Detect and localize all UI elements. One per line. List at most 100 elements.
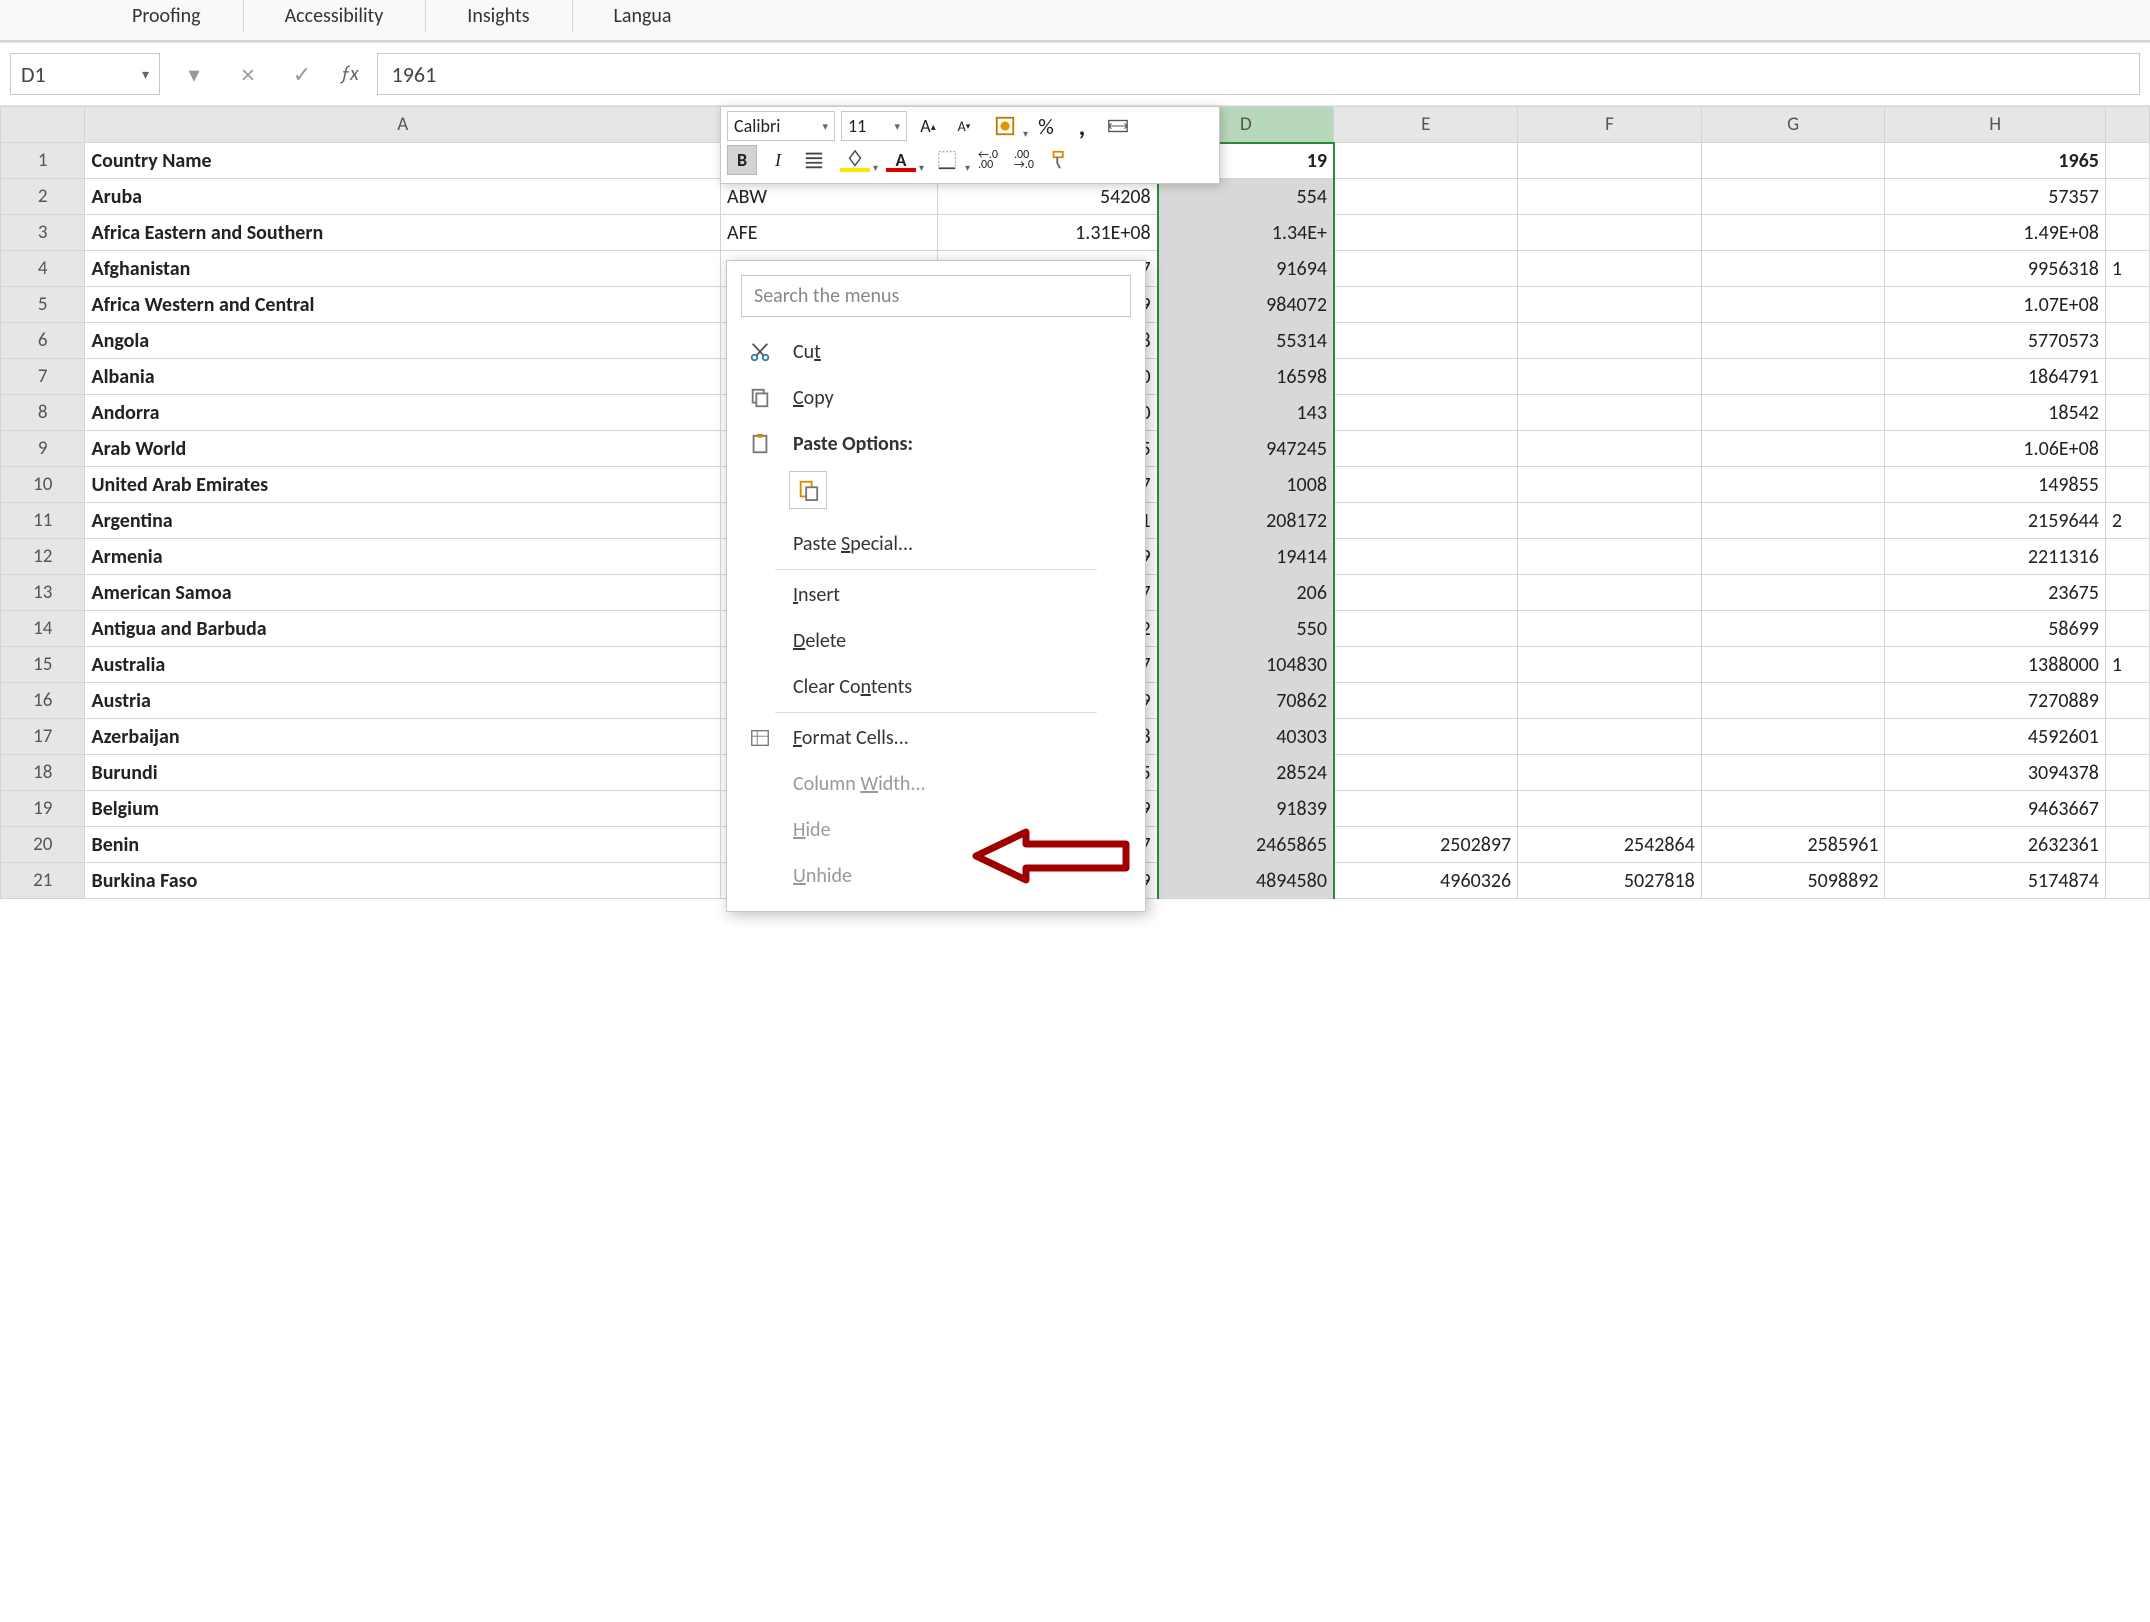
cell[interactable]: 16598 (1158, 359, 1334, 395)
cell[interactable] (2105, 719, 2149, 755)
cell[interactable]: 1.49E+08 (1885, 215, 2105, 251)
cell[interactable] (1334, 323, 1518, 359)
formula-input[interactable]: 1961 (377, 53, 2140, 95)
row-header[interactable]: 12 (1, 539, 85, 575)
cell[interactable] (1518, 683, 1702, 719)
cell[interactable]: 1.31E+08 (937, 215, 1157, 251)
cell[interactable] (1334, 287, 1518, 323)
menu-column-width[interactable]: Column Width... (727, 761, 1145, 807)
row-header[interactable]: 20 (1, 827, 85, 863)
cell[interactable] (2105, 431, 2149, 467)
cell[interactable] (2105, 611, 2149, 647)
row-header[interactable]: 16 (1, 683, 85, 719)
cell[interactable]: 2465865 (1158, 827, 1334, 863)
menu-search-input[interactable]: Search the menus (741, 275, 1131, 317)
cell[interactable]: 7270889 (1885, 683, 2105, 719)
cell[interactable]: 5770573 (1885, 323, 2105, 359)
row-header[interactable]: 14 (1, 611, 85, 647)
row-header[interactable]: 9 (1, 431, 85, 467)
cell[interactable] (1518, 539, 1702, 575)
decrease-button[interactable]: ▾ (174, 54, 214, 94)
cell[interactable] (1518, 179, 1702, 215)
cell[interactable] (2105, 215, 2149, 251)
row-header[interactable]: 13 (1, 575, 85, 611)
cell[interactable] (1518, 503, 1702, 539)
italic-button[interactable]: I (763, 145, 793, 175)
cell[interactable]: 1 (2105, 647, 2149, 683)
cell[interactable]: 2585961 (1701, 827, 1885, 863)
cell[interactable]: AFE (721, 215, 938, 251)
cell[interactable]: United Arab Emirates (85, 467, 721, 503)
chevron-down-icon[interactable]: ▾ (142, 66, 149, 83)
cell[interactable]: Africa Western and Central (85, 287, 721, 323)
cell[interactable]: Australia (85, 647, 721, 683)
row-header[interactable]: 17 (1, 719, 85, 755)
cell[interactable]: 5098892 (1701, 863, 1885, 899)
cell[interactable] (1334, 575, 1518, 611)
cell[interactable] (1334, 503, 1518, 539)
cell[interactable] (1701, 431, 1885, 467)
cell[interactable] (1701, 467, 1885, 503)
cell[interactable] (2105, 791, 2149, 827)
cell[interactable] (1701, 143, 1885, 179)
format-painter-icon[interactable] (1045, 145, 1075, 175)
row-header[interactable]: 4 (1, 251, 85, 287)
cell[interactable] (2105, 143, 2149, 179)
cell[interactable]: Country Name (85, 143, 721, 179)
cell[interactable]: 143 (1158, 395, 1334, 431)
menu-copy[interactable]: Copy (727, 375, 1145, 421)
cell[interactable]: 4894580 (1158, 863, 1334, 899)
cell[interactable] (2105, 395, 2149, 431)
col-header-extra[interactable] (2105, 107, 2149, 143)
cell[interactable] (1518, 611, 1702, 647)
cell[interactable]: 2632361 (1885, 827, 2105, 863)
cell[interactable] (1334, 539, 1518, 575)
cell[interactable]: 2211316 (1885, 539, 2105, 575)
cell[interactable] (2105, 359, 2149, 395)
cell[interactable] (2105, 323, 2149, 359)
cell[interactable]: 1.07E+08 (1885, 287, 2105, 323)
menu-format-cells[interactable]: Format Cells... (727, 715, 1145, 761)
cell[interactable] (1518, 287, 1702, 323)
comma-icon[interactable]: , (1067, 111, 1097, 141)
cell[interactable]: 1965 (1885, 143, 2105, 179)
cell[interactable]: Africa Eastern and Southern (85, 215, 721, 251)
cell[interactable] (1334, 791, 1518, 827)
row-header[interactable]: 18 (1, 755, 85, 791)
cell[interactable] (1701, 179, 1885, 215)
cell[interactable] (1518, 323, 1702, 359)
cell[interactable] (1701, 323, 1885, 359)
cell[interactable] (1518, 647, 1702, 683)
cell[interactable] (1701, 539, 1885, 575)
row-header[interactable]: 19 (1, 791, 85, 827)
name-box[interactable]: D1 ▾ (10, 53, 160, 95)
cell[interactable] (1334, 179, 1518, 215)
increase-font-icon[interactable]: A▴ (913, 111, 943, 141)
cell[interactable] (2105, 287, 2149, 323)
cell[interactable] (1334, 215, 1518, 251)
cell[interactable]: 2159644 (1885, 503, 2105, 539)
font-color-button[interactable]: A ▾ (881, 145, 921, 175)
cell[interactable]: 23675 (1885, 575, 2105, 611)
row-header[interactable]: 2 (1, 179, 85, 215)
cell[interactable]: Aruba (85, 179, 721, 215)
cell[interactable] (1701, 215, 1885, 251)
decrease-font-icon[interactable]: A▾ (949, 111, 979, 141)
cell[interactable]: 208172 (1158, 503, 1334, 539)
paste-option-icon[interactable] (789, 471, 827, 509)
font-size-selector[interactable]: 11 ▾ (841, 111, 907, 141)
cell[interactable]: 19414 (1158, 539, 1334, 575)
cell[interactable] (1518, 431, 1702, 467)
enter-formula-button[interactable]: ✓ (282, 54, 322, 94)
cell[interactable] (1334, 683, 1518, 719)
decrease-decimal-icon[interactable]: .00→.0 (1009, 145, 1039, 175)
cell[interactable]: 70862 (1158, 683, 1334, 719)
cell[interactable]: 9956318 (1885, 251, 2105, 287)
cell[interactable] (1518, 359, 1702, 395)
cell[interactable]: 91839 (1158, 791, 1334, 827)
cell[interactable] (1701, 791, 1885, 827)
cell[interactable]: 984072 (1158, 287, 1334, 323)
cell[interactable] (2105, 683, 2149, 719)
cell[interactable]: Afghanistan (85, 251, 721, 287)
cell[interactable]: 947245 (1158, 431, 1334, 467)
